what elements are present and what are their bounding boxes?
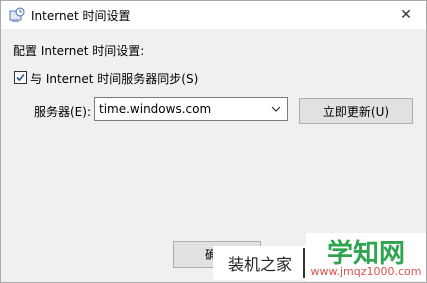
window-title: Internet 时间设置 <box>31 9 131 23</box>
server-value[interactable]: time.windows.com <box>99 102 211 116</box>
sync-checkbox[interactable] <box>14 71 27 84</box>
close-icon: ✕ <box>400 7 412 23</box>
checkmark-icon <box>16 73 25 82</box>
watermark-left-text: 装机之家 <box>227 255 292 274</box>
update-now-label: 立即更新(U) <box>322 104 390 119</box>
sync-checkbox-label[interactable]: 与 Internet 时间服务器同步(S) <box>30 70 198 87</box>
update-now-button[interactable]: 立即更新(U) <box>299 98 413 124</box>
dialog-window: Internet 时间设置 ✕ 配置 Internet 时间设置: 与 Inte… <box>0 0 427 283</box>
chevron-down-icon[interactable] <box>271 104 281 114</box>
server-label: 服务器(E): <box>34 105 91 119</box>
settings-heading: 配置 Internet 时间设置: <box>13 44 145 58</box>
close-button[interactable]: ✕ <box>386 1 426 29</box>
title-bar: Internet 时间设置 ✕ <box>1 1 426 29</box>
watermark-divider <box>303 248 305 278</box>
internet-time-icon <box>9 7 25 23</box>
server-combobox[interactable]: time.windows.com <box>94 97 288 121</box>
watermark-left: 装机之家 <box>213 246 307 280</box>
watermark-url-text: www.jmqz1000.com <box>310 265 422 278</box>
watermark-brand: 学知网 www.jmqz1000.com <box>306 233 426 281</box>
